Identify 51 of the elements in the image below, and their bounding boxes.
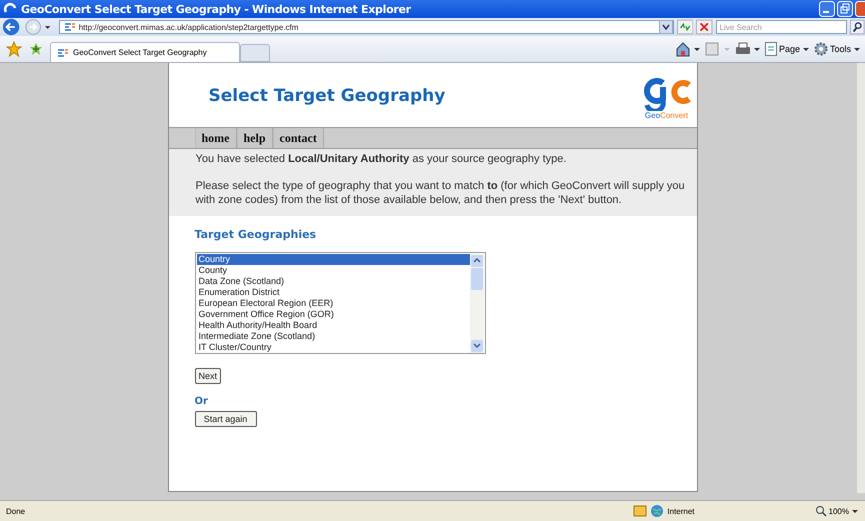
logo-wordmark: GeoConvert: [644, 110, 688, 120]
logo-icon[interactable]: [642, 76, 690, 110]
address-field[interactable]: http://geoconvert.mimas.ac.uk/application/step2targettype.cfm: [58, 20, 674, 34]
minimize-button-icon[interactable]: [819, 1, 835, 17]
geography-list[interactable]: Country County Data Zone (Scotland) Enumeration District European Electoral Region (EER) Government Office Region (GOR) Health Authority/Health Board Intermediate Zone (Scotland) IT Cluster/Country: [194, 252, 486, 354]
intro-text: You have selected Local/Unitary Authority as your source geography type.: [196, 152, 568, 166]
gear-icon[interactable]: [814, 42, 828, 56]
site-icon[interactable]: [64, 22, 76, 32]
back-button-icon[interactable]: [2, 17, 22, 37]
scrollbar-drawing[interactable]: [857, 63, 865, 493]
page-icon[interactable]: [764, 42, 777, 56]
forward-button-icon[interactable]: [25, 17, 42, 37]
search-icon[interactable]: [850, 19, 865, 35]
close-button-icon[interactable]: [855, 1, 865, 17]
home-icon[interactable]: [674, 41, 701, 57]
site-icon[interactable]: [57, 48, 69, 58]
scrollbar-drawing[interactable]: [470, 254, 484, 353]
zoom-control[interactable]: 100%: [814, 505, 859, 517]
magnifier-icon[interactable]: [814, 505, 827, 517]
nav-link[interactable]: contact: [272, 128, 324, 148]
stop-button-icon[interactable]: [696, 19, 713, 35]
list-option[interactable]: Country: [196, 254, 470, 265]
section-title: Target Geographies: [194, 228, 316, 241]
next-button[interactable]: Next: [194, 368, 222, 384]
list-option[interactable]: European Electoral Region (EER): [196, 298, 470, 309]
status-text: Done: [6, 506, 26, 516]
list-option[interactable]: County: [196, 265, 470, 276]
nav-link[interactable]: help: [236, 128, 273, 148]
protected-mode-icon[interactable]: [633, 504, 648, 518]
page-heading: Select Target Geography: [208, 85, 446, 106]
zone-text: Internet: [667, 506, 695, 516]
nav-link[interactable]: home: [194, 128, 236, 148]
list-option[interactable]: IT Cluster/Country: [196, 342, 470, 353]
add-favorites-icon[interactable]: [28, 41, 44, 57]
restore-button-icon[interactable]: [837, 1, 853, 17]
browser-tab[interactable]: GeoConvert Select Target Geography: [50, 42, 240, 62]
globe-icon[interactable]: [650, 504, 664, 518]
search-field[interactable]: Live Search: [716, 20, 848, 34]
tools-menu[interactable]: Tools: [814, 42, 861, 56]
or-label: Or: [194, 396, 208, 407]
list-option[interactable]: Data Zone (Scotland): [196, 276, 470, 287]
list-option[interactable]: Government Office Region (GOR): [196, 309, 470, 320]
list-option[interactable]: Enumeration District: [196, 287, 470, 298]
print-icon[interactable]: [734, 41, 761, 57]
intro-text: Please select the type of geography that you want to match to (for which GeoConvert will supply you with zone codes) from the list of those available below, and then press the 'Next' button.: [196, 179, 686, 207]
list-option[interactable]: Health Authority/Health Board: [196, 320, 470, 331]
window-title: GeoConvert Select Target Geography - Windows Internet Explorer: [21, 2, 412, 16]
list-option[interactable]: Intermediate Zone (Scotland): [196, 331, 470, 342]
page-menu[interactable]: Page: [764, 42, 810, 56]
favorites-star-icon[interactable]: [6, 41, 22, 57]
start-again-button[interactable]: Start again: [194, 411, 256, 427]
